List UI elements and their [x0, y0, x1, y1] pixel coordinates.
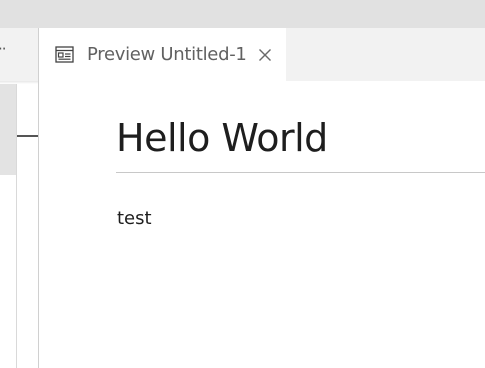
heading-rule — [116, 172, 485, 173]
title-bar-strip — [0, 0, 485, 28]
left-selected-line — [0, 84, 17, 175]
tab-preview-untitled[interactable]: Preview Untitled-1 — [39, 28, 286, 81]
preview-heading: Hello World — [116, 116, 328, 160]
tab-label: Preview Untitled-1 — [87, 44, 247, 65]
left-pane-dash — [17, 135, 38, 137]
preview-icon — [55, 46, 74, 63]
more-icon[interactable]: ·· — [0, 42, 6, 57]
preview-paragraph: test — [117, 208, 152, 229]
left-scrollbar-edge[interactable] — [16, 84, 17, 368]
close-icon[interactable] — [257, 47, 273, 63]
